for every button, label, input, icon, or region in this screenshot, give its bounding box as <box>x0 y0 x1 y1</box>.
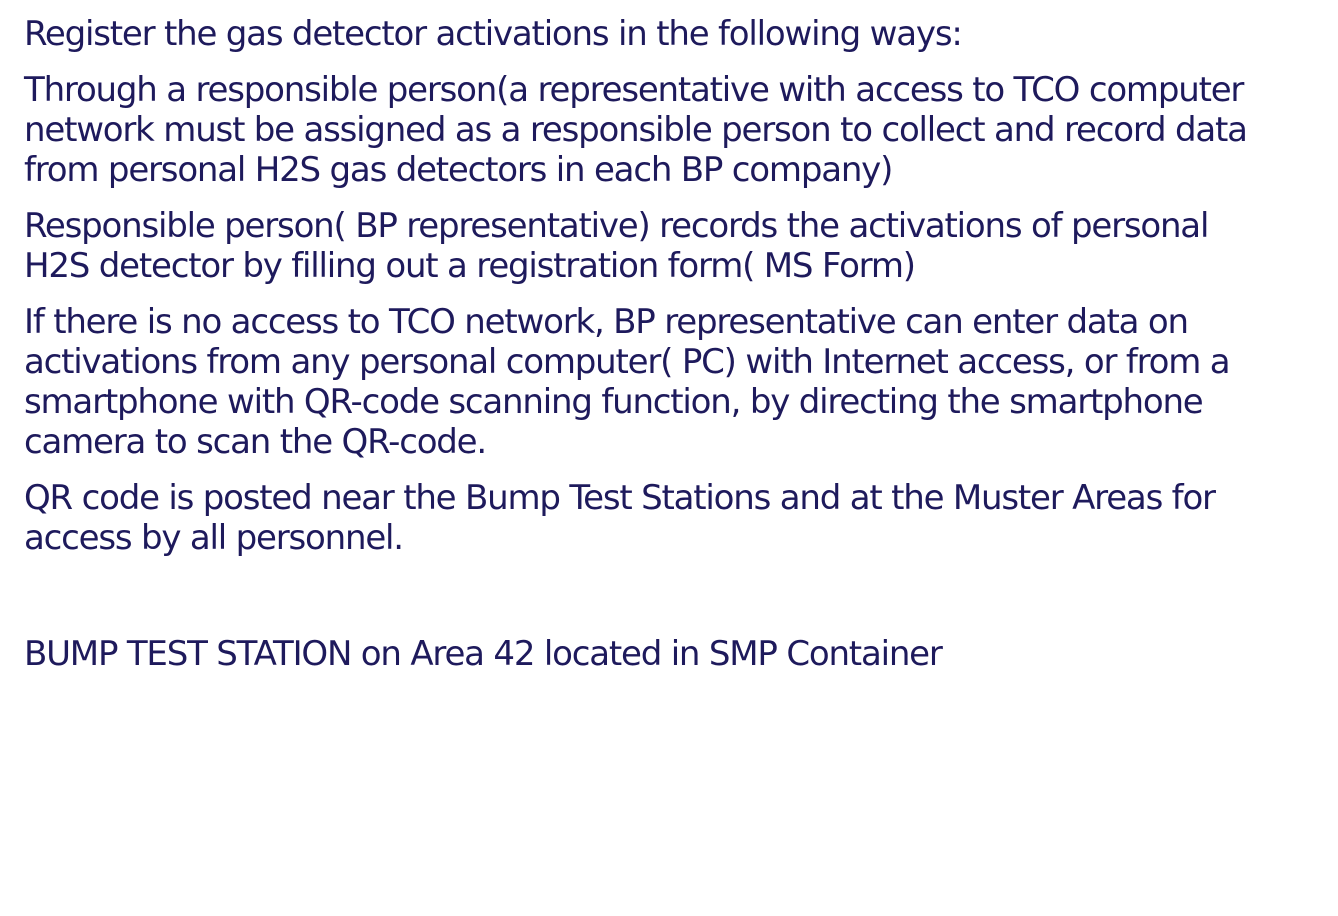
bump-test-station-caption: BUMP TEST STATION on Area 42 located in … <box>24 634 943 674</box>
paragraph-responsible-person: Through a responsible person(a represent… <box>24 70 1248 190</box>
document-body: Register the gas detector activations in… <box>24 14 1324 574</box>
paragraph-registration-form: Responsible person( BP representative) r… <box>24 206 1209 286</box>
paragraph-qr-code-location: QR code is posted near the Bump Test Sta… <box>24 478 1216 558</box>
document-heading: Register the gas detector activations in… <box>24 14 963 54</box>
paragraph-no-network-access: If there is no access to TCO network, BP… <box>24 302 1231 462</box>
